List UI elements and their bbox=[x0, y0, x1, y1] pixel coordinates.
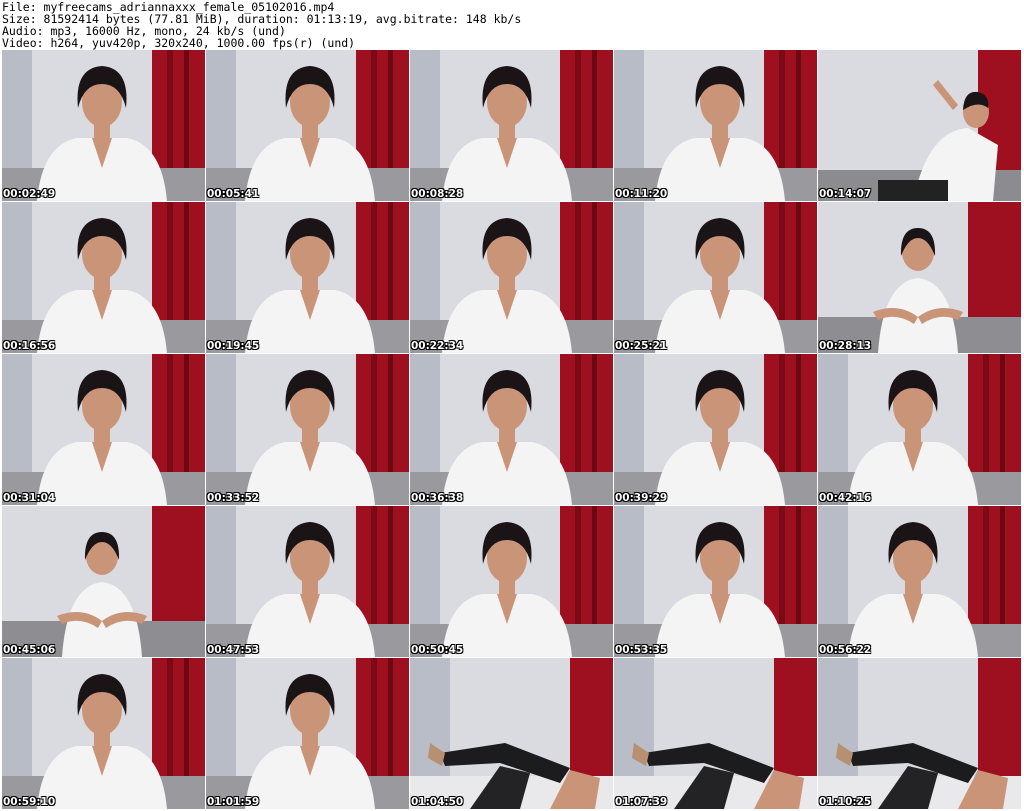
video-thumbnail: 00:50:45 bbox=[410, 506, 613, 657]
video-thumbnail: 00:05:41 bbox=[206, 50, 409, 201]
video-thumbnail: 00:25:21 bbox=[614, 202, 817, 353]
thumbnail-frame-image bbox=[410, 658, 613, 809]
video-thumbnail: 00:16:56 bbox=[2, 202, 205, 353]
thumbnail-frame-image bbox=[410, 202, 613, 353]
video-thumbnail: 00:36:38 bbox=[410, 354, 613, 505]
thumbnail-timestamp: 00:11:20 bbox=[615, 188, 668, 200]
thumbnail-timestamp: 00:59:10 bbox=[3, 796, 56, 808]
video-thumbnail: 00:31:04 bbox=[2, 354, 205, 505]
thumbnail-timestamp: 00:36:38 bbox=[411, 492, 464, 504]
thumbnail-timestamp: 00:33:52 bbox=[207, 492, 260, 504]
thumbnail-frame-image bbox=[206, 202, 409, 353]
thumbnail-frame-image bbox=[614, 658, 817, 809]
thumbnail-timestamp: 00:25:21 bbox=[615, 340, 668, 352]
video-thumbnail: 00:19:45 bbox=[206, 202, 409, 353]
thumbnail-frame-image bbox=[410, 354, 613, 505]
video-thumbnail: 00:53:35 bbox=[614, 506, 817, 657]
thumbnail-frame-image bbox=[818, 658, 1021, 809]
thumbnail-timestamp: 00:05:41 bbox=[207, 188, 260, 200]
thumbnail-timestamp: 01:07:39 bbox=[615, 796, 668, 808]
video-thumbnail: 00:14:07 bbox=[818, 50, 1021, 201]
thumbnail-frame-image bbox=[614, 50, 817, 201]
thumbnail-timestamp: 00:45:06 bbox=[3, 644, 56, 656]
video-thumbnail: 00:02:49 bbox=[2, 50, 205, 201]
thumbnail-timestamp: 00:28:13 bbox=[819, 340, 872, 352]
thumbnail-timestamp: 01:04:50 bbox=[411, 796, 464, 808]
video-thumbnail: 01:10:25 bbox=[818, 658, 1021, 809]
thumbnail-grid: 00:02:49 00:05:41 00:08:28 00:11:20 00:1… bbox=[2, 50, 1024, 811]
thumbnail-timestamp: 00:53:35 bbox=[615, 644, 668, 656]
video-thumbnail: 00:08:28 bbox=[410, 50, 613, 201]
thumbnail-frame-image bbox=[2, 202, 205, 353]
thumbnail-frame-image bbox=[818, 354, 1021, 505]
thumbnail-timestamp: 00:14:07 bbox=[819, 188, 872, 200]
video-thumbnail: 00:47:53 bbox=[206, 506, 409, 657]
thumbnail-frame-image bbox=[818, 506, 1021, 657]
video-thumbnail: 00:56:22 bbox=[818, 506, 1021, 657]
thumbnail-timestamp: 00:16:56 bbox=[3, 340, 56, 352]
video-thumbnail: 00:45:06 bbox=[2, 506, 205, 657]
thumbnail-timestamp: 00:39:29 bbox=[615, 492, 668, 504]
thumbnail-frame-image bbox=[614, 506, 817, 657]
video-thumbnail: 00:59:10 bbox=[2, 658, 205, 809]
video-thumbnail: 00:22:34 bbox=[410, 202, 613, 353]
video-thumbnail: 00:11:20 bbox=[614, 50, 817, 201]
thumbnail-frame-image bbox=[410, 50, 613, 201]
video-thumbnail: 00:28:13 bbox=[818, 202, 1021, 353]
video-thumbnail: 00:39:29 bbox=[614, 354, 817, 505]
thumbnail-timestamp: 01:10:25 bbox=[819, 796, 872, 808]
thumbnail-frame-image bbox=[2, 50, 205, 201]
thumbnail-timestamp: 00:02:49 bbox=[3, 188, 56, 200]
thumbnail-frame-image bbox=[206, 50, 409, 201]
thumbnail-frame-image bbox=[818, 202, 1021, 353]
thumbnail-timestamp: 00:42:16 bbox=[819, 492, 872, 504]
thumbnail-frame-image bbox=[2, 354, 205, 505]
thumbnail-frame-image bbox=[614, 202, 817, 353]
video-thumbnail: 01:07:39 bbox=[614, 658, 817, 809]
thumbnail-frame-image bbox=[206, 354, 409, 505]
thumbnail-timestamp: 00:56:22 bbox=[819, 644, 872, 656]
thumbnail-timestamp: 00:31:04 bbox=[3, 492, 56, 504]
thumbnail-frame-image bbox=[2, 658, 205, 809]
thumbnail-timestamp: 00:19:45 bbox=[207, 340, 260, 352]
thumbnail-frame-image bbox=[410, 506, 613, 657]
video-thumbnail: 00:42:16 bbox=[818, 354, 1021, 505]
video-thumbnail: 01:01:59 bbox=[206, 658, 409, 809]
thumbnail-frame-image bbox=[614, 354, 817, 505]
thumbnail-frame-image bbox=[818, 50, 1021, 201]
video-info-line: Video: h264, yuv420p, 320x240, 1000.00 f… bbox=[2, 36, 356, 50]
thumbnail-timestamp: 00:50:45 bbox=[411, 644, 464, 656]
thumbnail-timestamp: 00:22:34 bbox=[411, 340, 464, 352]
thumbnail-frame-image bbox=[206, 506, 409, 657]
thumbnail-timestamp: 01:01:59 bbox=[207, 796, 260, 808]
thumbnail-frame-image bbox=[2, 506, 205, 657]
video-thumbnail: 00:33:52 bbox=[206, 354, 409, 505]
video-thumbnail: 01:04:50 bbox=[410, 658, 613, 809]
file-info-header: File: myfreecams_adriannaxxx_female_0510… bbox=[2, 1, 1022, 49]
thumbnail-frame-image bbox=[206, 658, 409, 809]
thumbnail-timestamp: 00:08:28 bbox=[411, 188, 464, 200]
thumbnail-timestamp: 00:47:53 bbox=[207, 644, 260, 656]
